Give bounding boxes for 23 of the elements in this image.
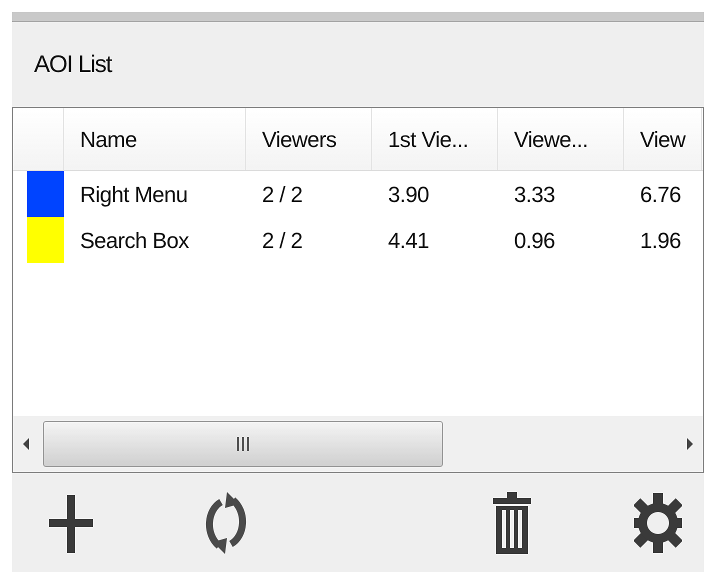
settings-icon	[634, 490, 682, 554]
table-cell-text: 1.96	[639, 226, 682, 254]
column-header[interactable]: Name	[64, 108, 246, 170]
grip-icon	[235, 435, 251, 453]
table-cell-text: Right Menu	[79, 180, 189, 209]
table-cell-text: 2 / 2	[261, 226, 304, 254]
column-header[interactable]: 1st Vie...	[372, 108, 498, 170]
scroll-right-icon[interactable]	[685, 436, 695, 452]
table-cell-text: 3.33	[513, 180, 556, 208]
horizontal-scrollbar[interactable]	[13, 416, 703, 472]
table-cell-text: 6.76	[639, 180, 682, 208]
table-cell-text: Search Box	[79, 226, 190, 254]
column-header[interactable]: Viewers	[246, 108, 372, 170]
table-cell-text: 3.90	[387, 180, 430, 208]
column-header[interactable]: View	[624, 108, 702, 170]
table-cell-text: 0.96	[513, 226, 556, 254]
table-cell-text: 2 / 2	[261, 180, 304, 208]
table-cell-text: 4.41	[387, 226, 430, 254]
scrollbar-thumb[interactable]	[43, 421, 443, 467]
column-header[interactable]: Viewe...	[498, 108, 624, 170]
scroll-left-icon[interactable]	[21, 436, 31, 452]
panel-title: AOI List	[34, 50, 112, 80]
trash-icon	[492, 490, 532, 556]
